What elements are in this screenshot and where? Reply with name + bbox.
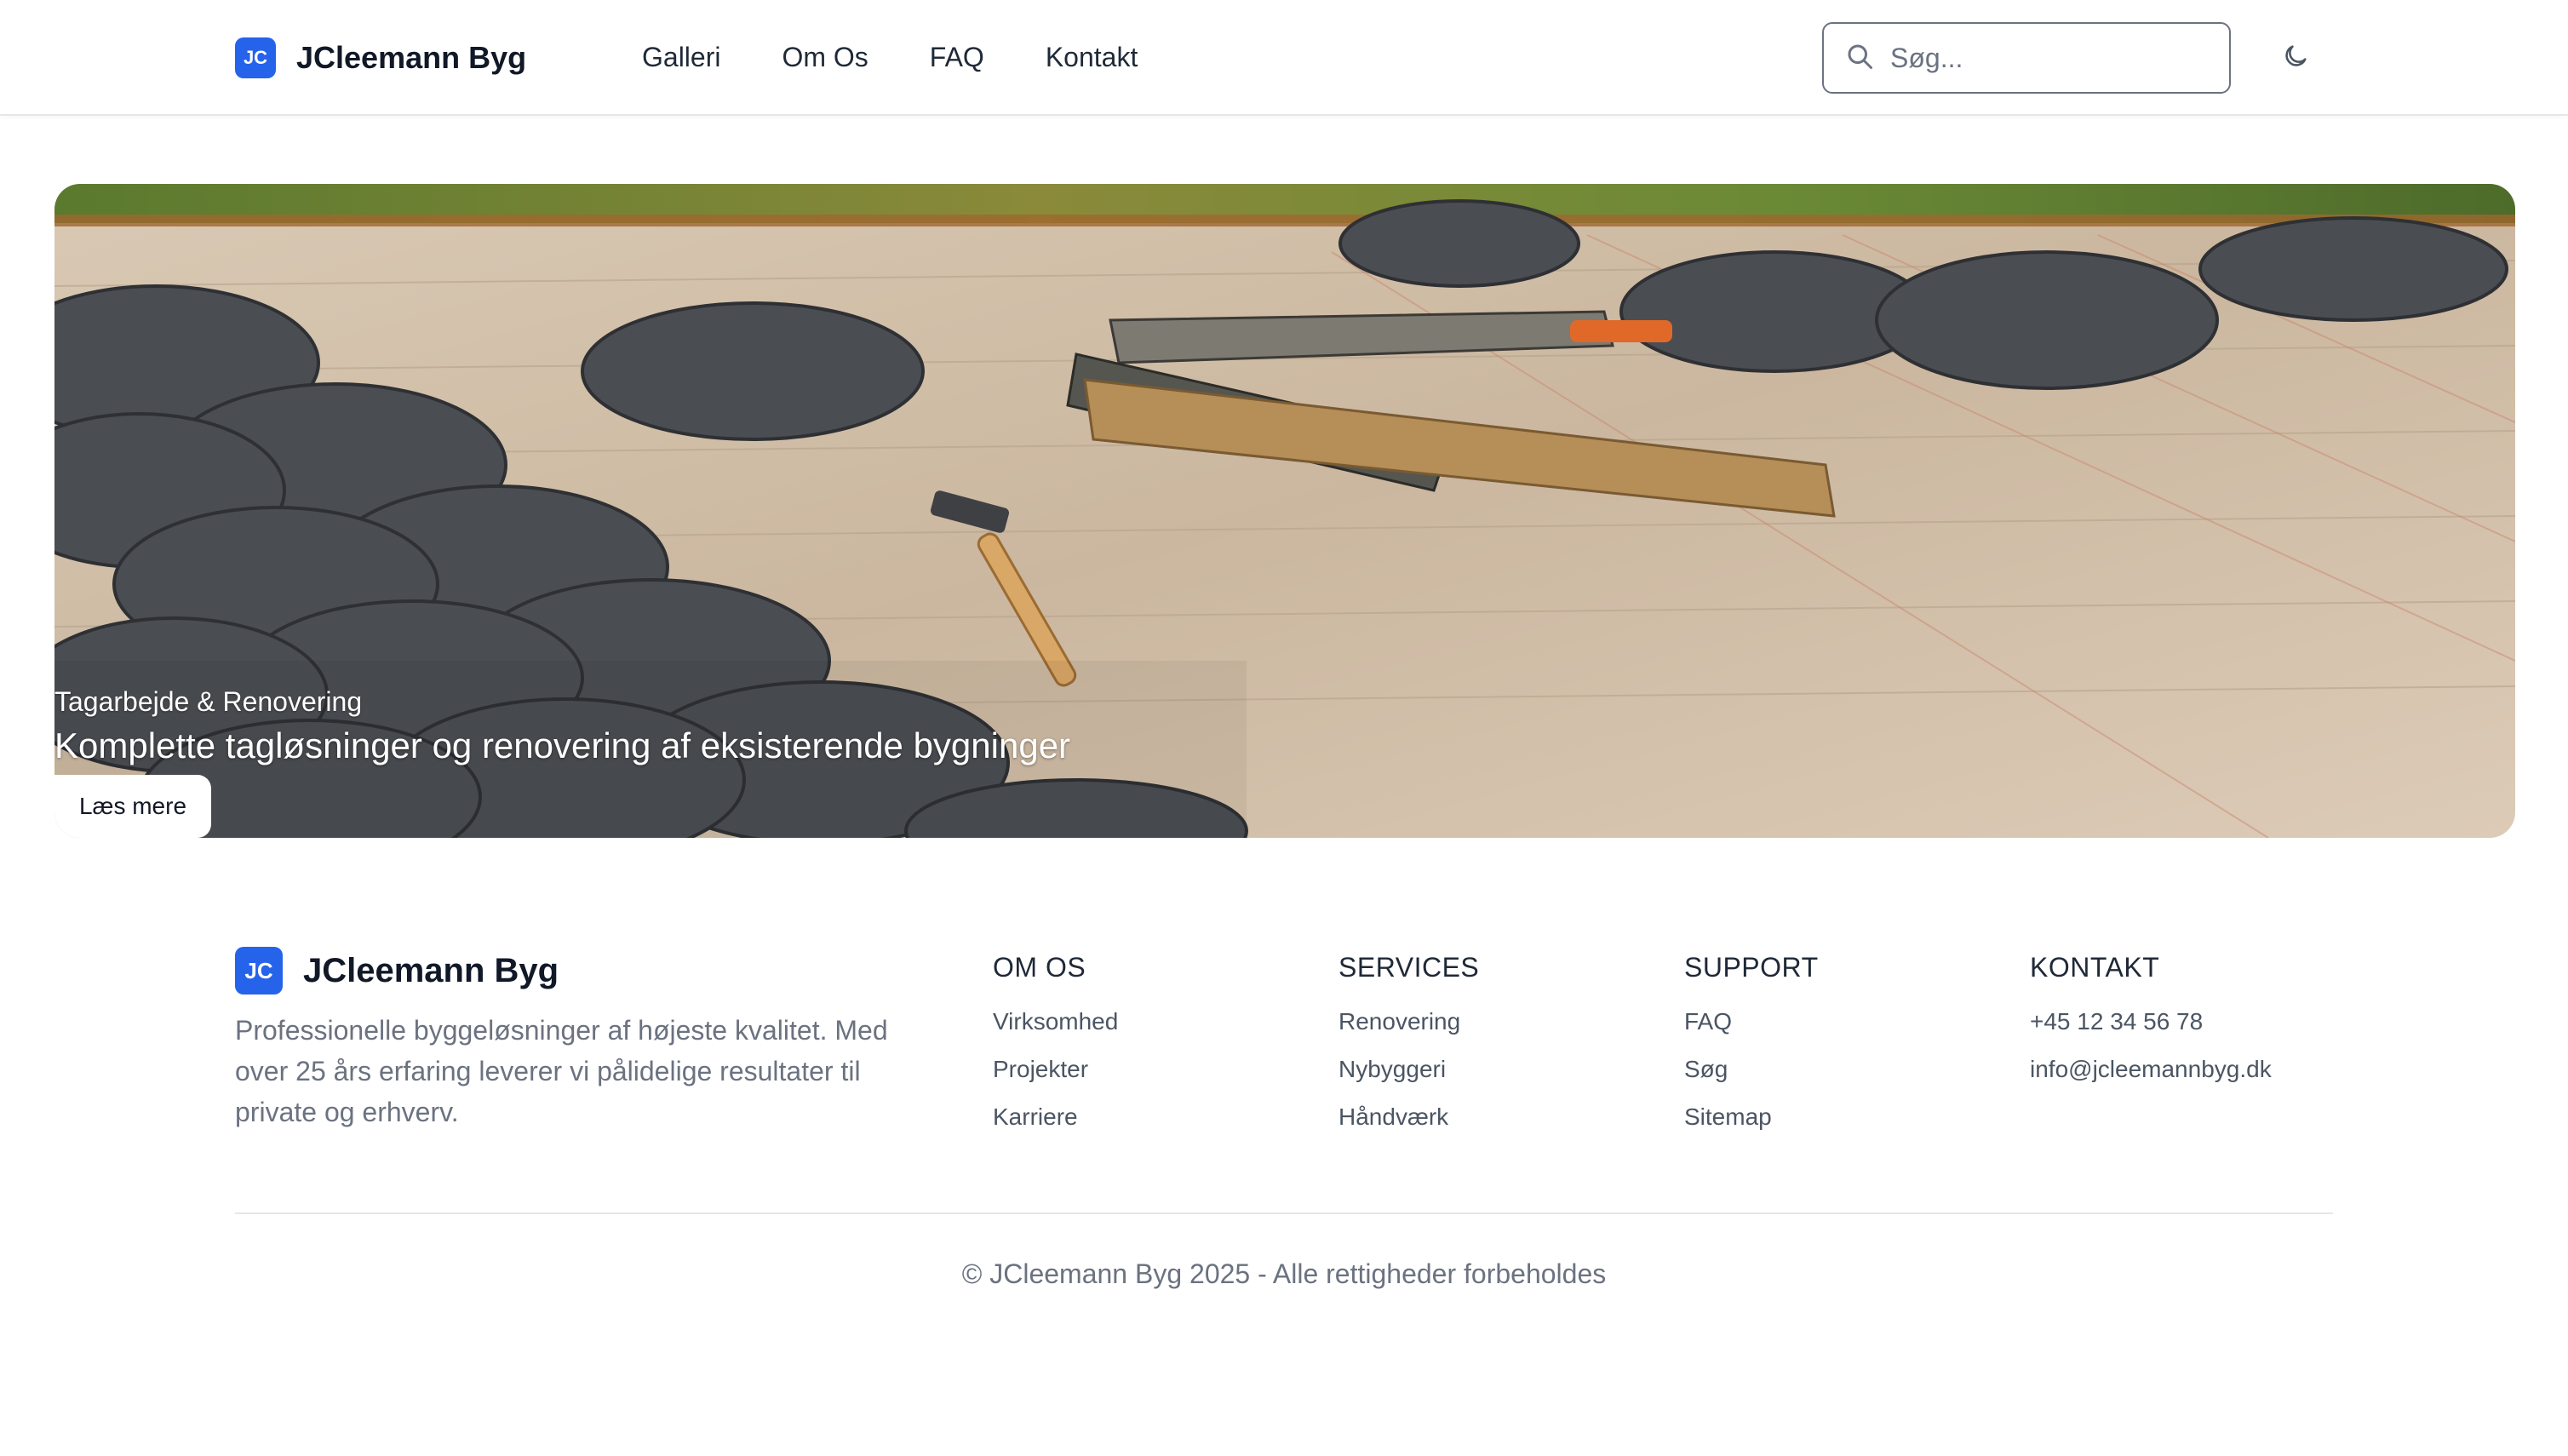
nav-galleri[interactable]: Galleri [642,39,720,75]
moon-icon [2281,42,2310,75]
hero-banner: Tagarbejde & Renovering Komplette tagløs… [54,184,2515,838]
footer-divider [235,1212,2333,1214]
copyright-text: © JCleemann Byg 2025 - Alle rettigheder … [961,1258,1607,1289]
footer-link-sitemap[interactable]: Sitemap [1684,1093,1819,1141]
brand-logo-link[interactable]: JC JCleemann Byg [235,37,526,78]
footer-link-soeg[interactable]: Søg [1684,1046,1819,1093]
footer-link-virksomhed[interactable]: Virksomhed [993,998,1118,1046]
footer-link-projekter[interactable]: Projekter [993,1046,1118,1093]
nav-faq[interactable]: FAQ [930,39,984,75]
footer-col-support: SUPPORT FAQ Søg Sitemap [1684,952,1819,1141]
nav-om-os[interactable]: Om Os [782,39,868,75]
logo-badge: JC [235,37,276,78]
footer-link-haandvaerk[interactable]: Håndværk [1338,1093,1479,1141]
footer-col-kontakt: KONTAKT +45 12 34 56 78 info@jcleemannby… [2030,952,2272,1093]
site-header: JC JCleemann Byg Galleri Om Os FAQ Konta… [0,0,2568,116]
footer-brand[interactable]: JC JCleemann Byg [235,947,559,995]
footer-col-services: SERVICES Renovering Nybyggeri Håndværk [1338,952,1479,1141]
footer-link-phone[interactable]: +45 12 34 56 78 [2030,998,2272,1046]
footer-link-karriere[interactable]: Karriere [993,1093,1118,1141]
search-box [1822,22,2231,94]
read-more-button[interactable]: Læs mere [54,775,211,838]
theme-toggle-button[interactable] [2279,41,2313,75]
main-nav: Galleri Om Os FAQ Kontakt [642,39,1138,75]
search-icon [1844,41,1875,76]
footer-link-email[interactable]: info@jcleemannbyg.dk [2030,1046,2272,1093]
footer-description: Professionelle byggeløsninger af højeste… [235,1015,888,1127]
nav-kontakt[interactable]: Kontakt [1046,39,1138,75]
footer-heading-support: SUPPORT [1684,952,1819,983]
footer-logo-badge: JC [235,947,283,995]
footer-link-nybyggeri[interactable]: Nybyggeri [1338,1046,1479,1093]
footer-col-om-os: OM OS Virksomhed Projekter Karriere [993,952,1118,1141]
footer-brand-name: JCleemann Byg [303,951,559,989]
footer-heading-om-os: OM OS [993,952,1086,983]
footer-link-renovering[interactable]: Renovering [1338,998,1479,1046]
footer-link-faq[interactable]: FAQ [1684,998,1819,1046]
hero-title: Komplette tagløsninger og renovering af … [54,725,1071,765]
brand-name: JCleemann Byg [296,40,527,75]
hero-subtitle: Tagarbejde & Renovering [54,686,363,717]
footer-heading-kontakt: KONTAKT [2030,952,2160,983]
footer-heading-services: SERVICES [1338,952,1480,983]
search-input[interactable] [1890,42,2197,74]
